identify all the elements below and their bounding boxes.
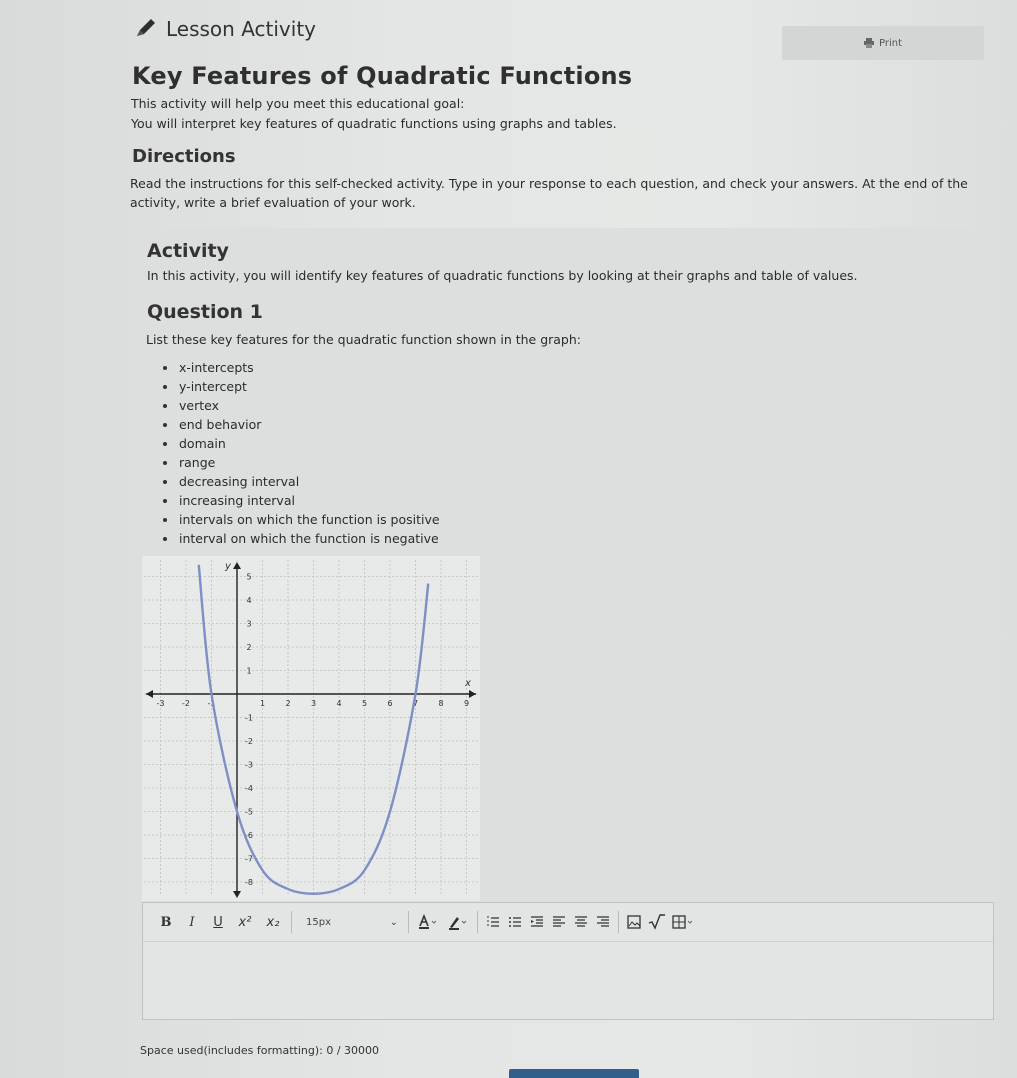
header-title: Lesson Activity [166, 17, 316, 41]
directions-heading: Directions [132, 146, 236, 167]
directions-text: Read the instructions for this self-chec… [130, 176, 968, 210]
list-item: y-intercept [163, 377, 440, 396]
toolbar-separator [477, 911, 478, 933]
x-tick-label: 8 [438, 699, 443, 708]
y-tick-label: -8 [245, 878, 253, 887]
square-root-icon [648, 914, 665, 930]
activity-intro: In this activity, you will identify key … [147, 268, 858, 283]
indent-icon [531, 916, 543, 927]
list-item: vertex [163, 396, 440, 415]
list-item: increasing interval [163, 491, 440, 510]
toolbar-separator [291, 911, 292, 933]
y-tick-label: -2 [245, 737, 253, 746]
y-tick-label: -1 [245, 714, 253, 723]
bold-button[interactable]: B [153, 910, 179, 934]
align-right-button[interactable] [592, 910, 614, 934]
superscript-button[interactable]: x² [231, 910, 259, 934]
insert-math-button[interactable] [645, 910, 669, 934]
insert-table-button[interactable] [669, 910, 699, 934]
x-tick-label: 3 [311, 699, 316, 708]
question-heading: Question 1 [147, 301, 263, 323]
x-tick-label: -2 [182, 699, 190, 708]
toolbar-separator [618, 911, 619, 933]
submit-button[interactable] [509, 1069, 639, 1078]
features-list: x-intercepts y-intercept vertex end beha… [163, 358, 440, 548]
graph-background [142, 556, 480, 901]
goal-intro: This activity will help you meet this ed… [131, 96, 465, 111]
y-tick-label: 3 [246, 620, 251, 629]
x-tick-label: 5 [362, 699, 367, 708]
response-editor: B I U x² x₂ 15px ⌄ [142, 902, 994, 1020]
x-axis-label: x [464, 678, 471, 689]
align-left-icon [553, 916, 565, 927]
table-icon [672, 915, 693, 929]
text-color-button[interactable] [413, 910, 443, 934]
print-label: Print [878, 37, 902, 49]
print-button[interactable]: Print [782, 26, 984, 60]
y-tick-label: 5 [246, 573, 251, 582]
x-tick-label: 2 [285, 699, 290, 708]
y-tick-label: -4 [245, 784, 253, 793]
list-item: intervals on which the function is posit… [163, 510, 440, 529]
space-used-counter: Space used(includes formatting): 0 / 300… [140, 1044, 380, 1057]
list-item: range [163, 453, 440, 472]
bullet-list-icon [509, 917, 521, 927]
x-tick-label: -3 [157, 699, 165, 708]
editor-toolbar: B I U x² x₂ 15px ⌄ [143, 903, 993, 941]
highlight-icon [449, 917, 467, 930]
goal-text: You will interpret key features of quadr… [131, 116, 617, 131]
print-icon [863, 38, 874, 48]
lesson-page: Lesson Activity Print Key Features of Qu… [0, 0, 1017, 1078]
y-tick-label: 4 [246, 596, 251, 605]
x-tick-label: 1 [260, 699, 265, 708]
list-item: end behavior [163, 415, 440, 434]
align-right-icon [597, 916, 609, 927]
x-tick-label: 9 [464, 699, 469, 708]
list-item: domain [163, 434, 440, 453]
indent-button[interactable] [526, 910, 548, 934]
toolbar-separator [408, 911, 409, 933]
pencil-icon [137, 19, 155, 36]
quadratic-graph: -4-3-2-11234567891054321-1-2-3-4-5-6-7-8… [142, 556, 480, 901]
list-item: decreasing interval [163, 472, 440, 491]
underline-button[interactable]: U [205, 910, 231, 934]
insert-image-button[interactable] [623, 910, 645, 934]
y-tick-label: -5 [245, 808, 253, 817]
italic-button[interactable]: I [179, 910, 205, 934]
list-item: x-intercepts [163, 358, 440, 377]
y-tick-label: 1 [246, 667, 251, 676]
page-header: Lesson Activity Print [0, 0, 1017, 60]
activity-heading: Activity [147, 240, 229, 262]
bullet-list-button[interactable] [504, 910, 526, 934]
y-tick-label: 2 [246, 643, 251, 652]
question-prompt: List these key features for the quadrati… [146, 332, 581, 347]
text-color-icon [419, 914, 437, 929]
font-size-value: 15px [306, 916, 331, 928]
subscript-button[interactable]: x₂ [259, 910, 287, 934]
numbered-list-icon [487, 916, 499, 927]
x-tick-label: 6 [387, 699, 392, 708]
page-title: Key Features of Quadratic Functions [132, 62, 633, 90]
align-left-button[interactable] [548, 910, 570, 934]
chevron-down-icon: ⌄ [389, 916, 398, 928]
y-tick-label: -7 [245, 855, 253, 864]
response-textarea[interactable] [143, 941, 993, 1019]
list-item: interval on which the function is negati… [163, 529, 440, 548]
highlight-color-button[interactable] [443, 910, 473, 934]
font-size-select[interactable]: 15px ⌄ [296, 910, 404, 934]
align-center-button[interactable] [570, 910, 592, 934]
numbered-list-button[interactable] [482, 910, 504, 934]
y-tick-label: -3 [245, 761, 253, 770]
y-axis-label: y [224, 561, 232, 572]
x-tick-label: 4 [336, 699, 341, 708]
align-center-icon [575, 916, 587, 927]
image-icon [627, 915, 641, 929]
